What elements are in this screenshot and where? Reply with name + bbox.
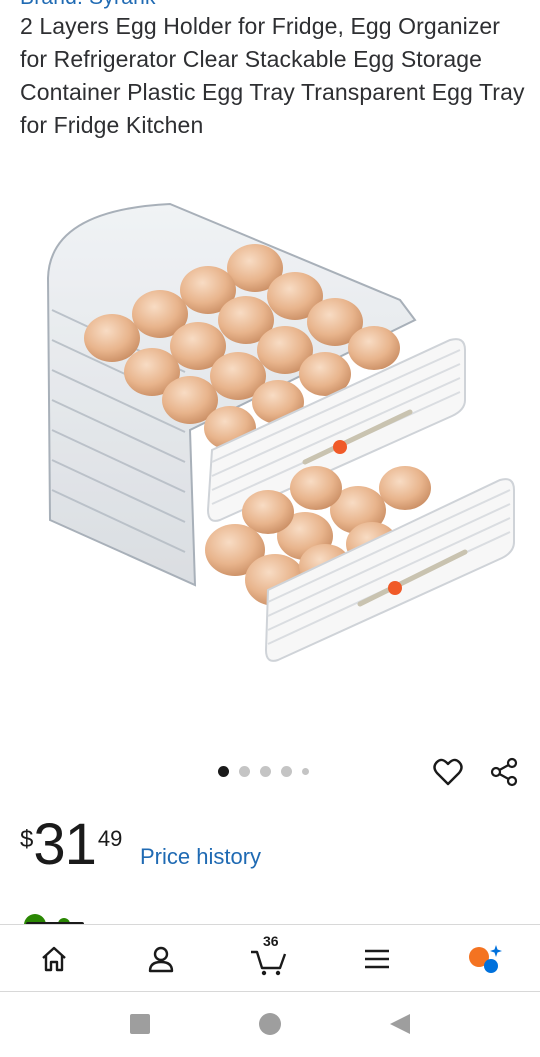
carousel-dot-4[interactable] <box>281 766 292 777</box>
brand-link[interactable]: Brand: Syrank <box>20 0 156 10</box>
carousel-dot-1[interactable] <box>218 766 229 777</box>
account-icon <box>148 946 174 973</box>
carousel-dot-2[interactable] <box>239 766 250 777</box>
product-image[interactable] <box>20 190 520 670</box>
price-cents: 49 <box>97 826 123 851</box>
nav-assistant[interactable] <box>463 937 507 981</box>
back-icon <box>390 1014 410 1034</box>
egg-holder-illustration <box>46 202 515 662</box>
price-dollars: 31 <box>33 812 97 877</box>
heart-icon <box>433 758 463 786</box>
carousel-dot-5[interactable] <box>302 768 309 775</box>
nav-account[interactable] <box>139 937 183 981</box>
nav-menu[interactable] <box>355 937 399 981</box>
cart-count: 36 <box>263 933 279 949</box>
bottom-nav: 36 <box>0 924 540 992</box>
lower-slider-marker <box>388 581 402 595</box>
carousel-dot-3[interactable] <box>260 766 271 777</box>
share-icon <box>490 757 518 787</box>
menu-icon <box>365 949 389 969</box>
carousel-dots[interactable] <box>218 766 309 777</box>
nav-cart[interactable]: 36 <box>247 933 291 981</box>
home-icon <box>42 946 66 972</box>
back-button[interactable] <box>388 1012 412 1036</box>
price: $ 31 49 <box>20 812 122 878</box>
recent-apps-button[interactable] <box>128 1012 152 1036</box>
home-circle-icon <box>259 1013 281 1035</box>
system-home-button[interactable] <box>258 1012 282 1036</box>
recent-apps-icon <box>130 1014 150 1034</box>
favorite-button[interactable] <box>430 754 466 790</box>
assistant-icon <box>469 945 502 973</box>
product-title: 2 Layers Egg Holder for Fridge, Egg Orga… <box>20 13 525 138</box>
system-nav-bar <box>0 992 540 1057</box>
share-button[interactable] <box>486 754 522 790</box>
upper-slider-marker <box>333 440 347 454</box>
price-currency: $ <box>20 826 34 853</box>
nav-home[interactable] <box>32 937 76 981</box>
price-history-link[interactable]: Price history <box>140 844 261 870</box>
